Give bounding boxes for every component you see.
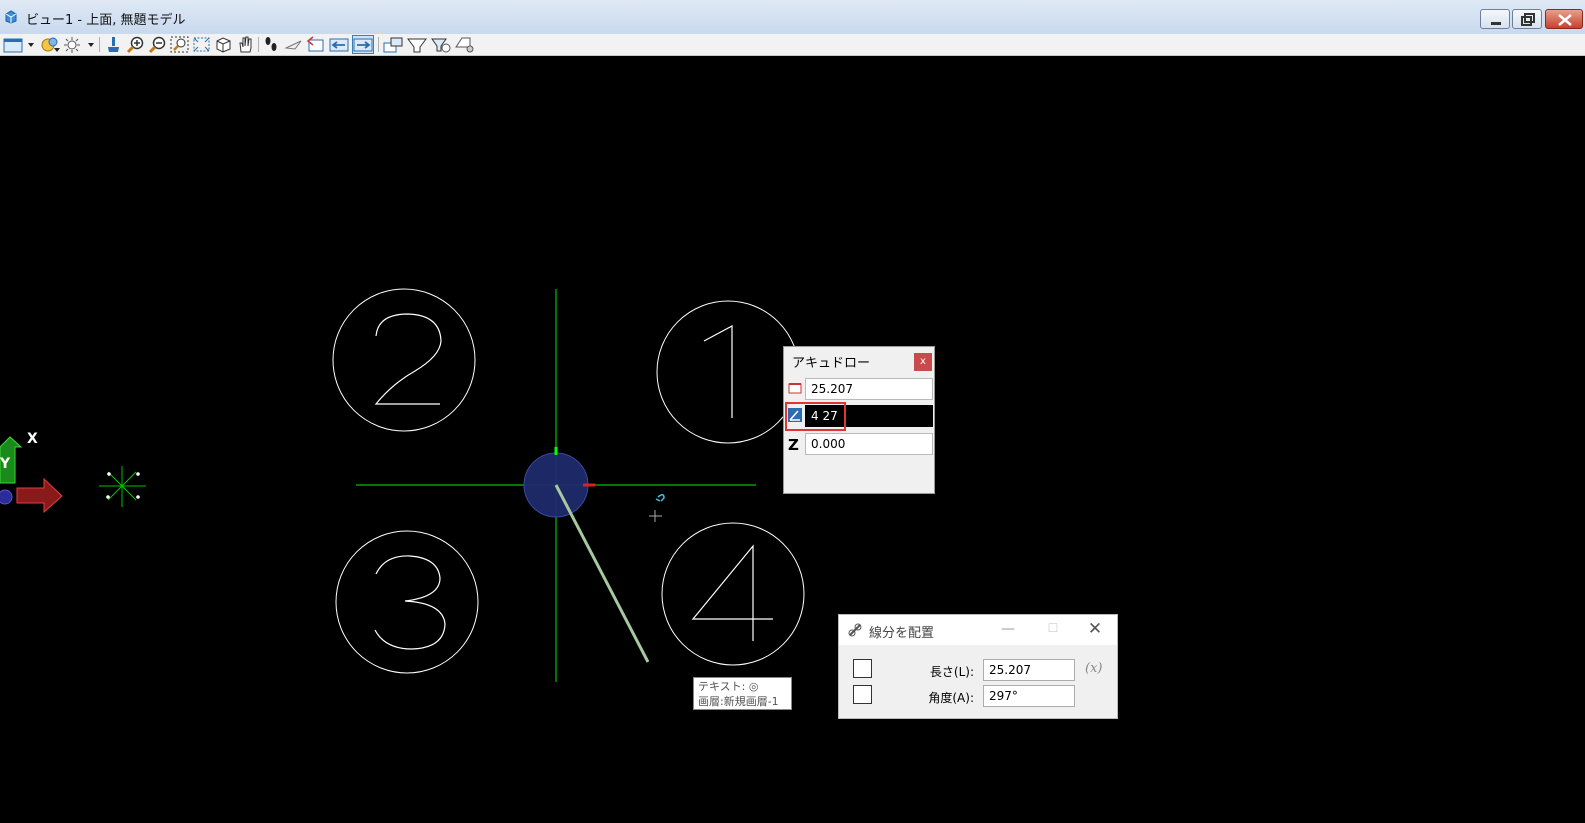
- toolbar-separator: [258, 37, 259, 52]
- distance-icon: [788, 381, 802, 395]
- display-style-icon[interactable]: [40, 35, 62, 54]
- camera-icon[interactable]: [454, 35, 476, 54]
- element-tooltip: テキスト: ◎ 画層:新規画層-1: [693, 677, 792, 710]
- toolbar-separator: [99, 37, 100, 52]
- walk-icon[interactable]: [262, 35, 281, 54]
- place-line-title: 線分を配置: [869, 626, 935, 641]
- copy-view-icon[interactable]: [382, 35, 404, 54]
- lighting-icon[interactable]: [62, 35, 96, 54]
- title-bar: ビュー1 - 上面, 無題モデル: [0, 0, 1585, 35]
- accudraw-close-button[interactable]: x: [914, 353, 932, 371]
- z-label: Z: [788, 436, 799, 454]
- tooltip-line-1: テキスト: ◎: [698, 680, 759, 693]
- place-line-maximize-button[interactable]: ☐: [1044, 621, 1062, 639]
- place-line-minimize-button[interactable]: —: [999, 621, 1017, 639]
- close-button[interactable]: [1545, 9, 1583, 29]
- restore-button[interactable]: [1512, 9, 1542, 29]
- accudraw-distance-field[interactable]: 25.207: [805, 378, 933, 400]
- view-origin-marker: [99, 466, 146, 507]
- line-preview: [554, 484, 650, 663]
- clip-mask-icon[interactable]: [430, 35, 452, 54]
- toolbar-separator: [378, 37, 379, 52]
- length-input[interactable]: 25.207: [983, 659, 1075, 681]
- length-label: 長さ(L):: [929, 665, 974, 679]
- minimize-button[interactable]: [1480, 9, 1510, 29]
- clip-volume-icon[interactable]: [406, 35, 428, 54]
- view-toolbar: [0, 34, 1585, 56]
- circle-element-3[interactable]: [335, 530, 479, 674]
- place-line-header: 線分を配置 — ☐ ✕: [839, 615, 1117, 645]
- y-axis-label: Y: [0, 456, 11, 472]
- angle-label: 角度(A):: [928, 691, 974, 705]
- axis-triad: [0, 436, 63, 514]
- circle-element-1[interactable]: [656, 300, 800, 444]
- fly-icon[interactable]: [284, 35, 303, 54]
- view-attributes-icon[interactable]: [2, 35, 36, 54]
- angle-input[interactable]: 297°: [983, 685, 1075, 707]
- place-line-dialog: 線分を配置 — ☐ ✕ 長さ(L): 25.207 (x) 角度(A): 297…: [838, 614, 1118, 719]
- circle-element-4[interactable]: [661, 522, 805, 666]
- view-previous-icon[interactable]: [306, 35, 325, 54]
- rotate-view-icon[interactable]: [214, 35, 233, 54]
- place-line-tool-icon: [847, 622, 863, 638]
- window-area-icon[interactable]: [170, 35, 189, 54]
- snap-indicator-icon: [655, 494, 665, 502]
- tooltip-line-2: 画層:新規画層-1: [698, 695, 779, 708]
- accudraw-panel: アキュドロー x 25.207 4 27 Z 0.000: [783, 346, 935, 494]
- zoom-in-icon[interactable]: [126, 35, 145, 54]
- update-view-icon[interactable]: [104, 35, 123, 54]
- place-line-close-button[interactable]: ✕: [1085, 619, 1105, 639]
- fx-button[interactable]: (x): [1085, 661, 1102, 676]
- zoom-out-icon[interactable]: [148, 35, 167, 54]
- accudraw-z-field[interactable]: 0.000: [805, 433, 933, 455]
- view-prev-arrow-icon[interactable]: [328, 35, 350, 54]
- angle-lock-checkbox[interactable]: [853, 685, 872, 704]
- fit-view-icon[interactable]: [192, 35, 211, 54]
- x-axis-label: X: [27, 431, 38, 447]
- circle-element-2[interactable]: [332, 288, 476, 432]
- window-title: ビュー1 - 上面, 無題モデル: [26, 13, 186, 28]
- view-next-icon[interactable]: [352, 35, 374, 54]
- angle-highlight-box: [785, 402, 846, 431]
- app-icon: [4, 10, 18, 24]
- cursor-crosshair: [649, 510, 662, 522]
- length-lock-checkbox[interactable]: [853, 659, 872, 678]
- pan-view-icon[interactable]: [236, 35, 255, 54]
- accudraw-title: アキュドロー: [792, 356, 871, 371]
